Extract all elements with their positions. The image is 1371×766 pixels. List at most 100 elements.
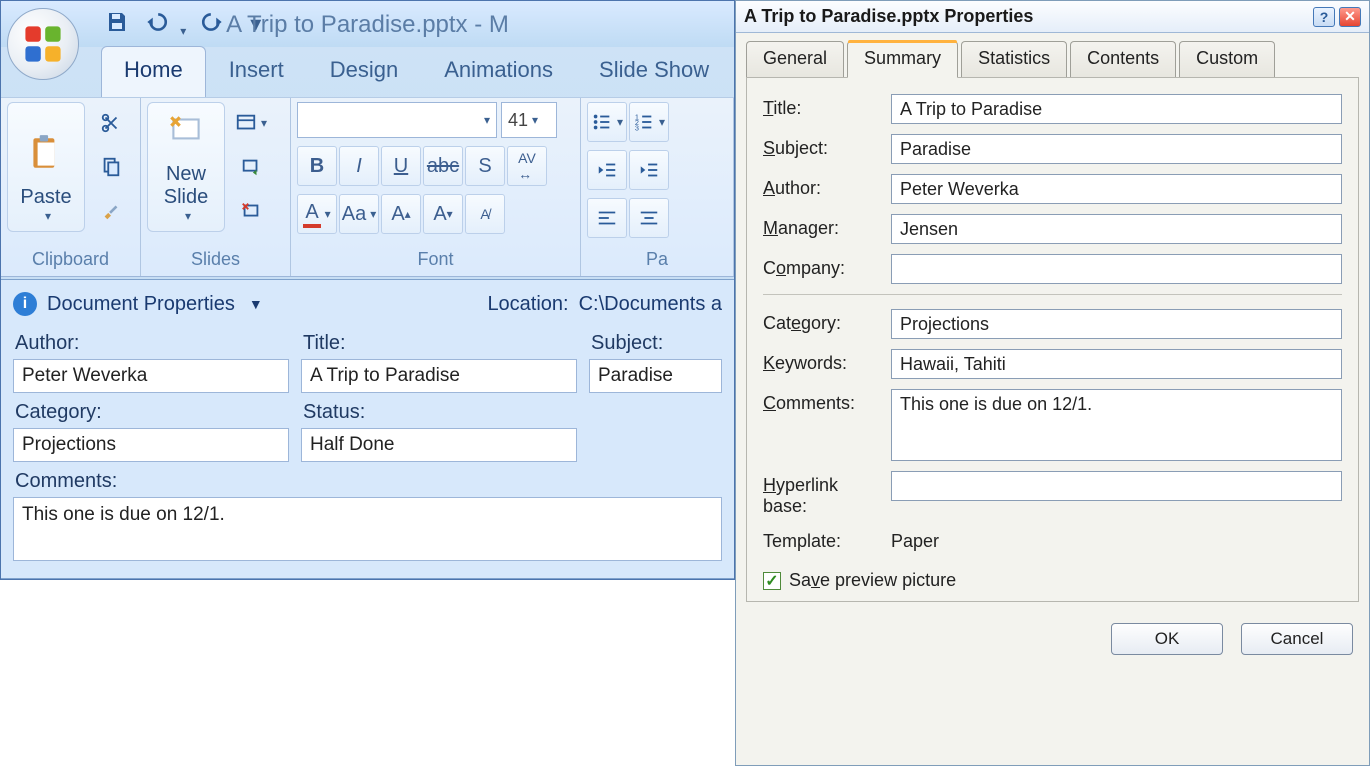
paste-icon: [25, 132, 67, 174]
category-field[interactable]: [13, 428, 289, 462]
dlg-company-field[interactable]: [891, 254, 1342, 284]
tab-statistics[interactable]: Statistics: [961, 41, 1067, 78]
shadow-button[interactable]: S: [465, 146, 505, 186]
dialog-buttons: OK Cancel: [736, 613, 1369, 669]
font-size-combo[interactable]: 41 ▾: [501, 102, 557, 138]
title-field[interactable]: [301, 359, 577, 393]
strike-button[interactable]: abc: [423, 146, 463, 186]
tab-home[interactable]: Home: [101, 46, 206, 97]
checkbox-icon: ✓: [763, 572, 781, 590]
location-label: Location:: [487, 293, 568, 316]
dlg-category-label: Category:: [763, 309, 875, 334]
reset-button[interactable]: [231, 147, 271, 187]
increase-font-button[interactable]: A▴: [381, 194, 421, 234]
tab-contents[interactable]: Contents: [1070, 41, 1176, 78]
office-logo-icon: [21, 22, 65, 66]
decrease-indent-button[interactable]: [587, 150, 627, 190]
increase-indent-button[interactable]: [629, 150, 669, 190]
tab-insert[interactable]: Insert: [206, 46, 307, 97]
title-bar: ▾ ▾ A Trip to Paradise.pptx - M: [1, 1, 734, 47]
properties-dialog: A Trip to Paradise.pptx Properties ? ✕ G…: [735, 0, 1370, 766]
tab-animations[interactable]: Animations: [421, 46, 576, 97]
chevron-down-icon: ▾: [532, 113, 538, 127]
tab-summary[interactable]: Summary: [847, 41, 958, 78]
ribbon-tabs: Home Insert Design Animations Slide Show: [101, 47, 732, 97]
copy-button[interactable]: [91, 147, 131, 187]
dlg-manager-label: Manager:: [763, 214, 875, 239]
tab-custom[interactable]: Custom: [1179, 41, 1275, 78]
dlg-category-field[interactable]: [891, 309, 1342, 339]
chevron-down-icon[interactable]: ▾: [180, 24, 186, 38]
dlg-keywords-label: Keywords:: [763, 349, 875, 374]
undo-icon[interactable]: ▾: [143, 9, 186, 39]
reset-icon: [240, 156, 262, 178]
office-button[interactable]: [7, 8, 79, 80]
bullets-button[interactable]: ▾: [587, 102, 627, 142]
align-left-button[interactable]: [587, 198, 627, 238]
dialog-title: A Trip to Paradise.pptx Properties: [744, 6, 1033, 27]
status-field[interactable]: [301, 428, 577, 462]
author-label: Author:: [13, 328, 289, 359]
change-case-button[interactable]: Aa▾: [339, 194, 379, 234]
tab-design[interactable]: Design: [307, 46, 421, 97]
chevron-down-icon[interactable]: ▾: [185, 209, 191, 223]
dlg-template-label: Template:: [763, 527, 875, 552]
document-properties-panel: i Document Properties ▼ Location: C:\Doc…: [1, 279, 734, 579]
scissors-icon: [100, 112, 122, 134]
help-button[interactable]: ?: [1313, 7, 1335, 27]
bold-button[interactable]: B: [297, 146, 337, 186]
chevron-down-icon[interactable]: ▾: [45, 209, 51, 223]
decrease-font-button[interactable]: A▾: [423, 194, 463, 234]
font-name-combo[interactable]: ▾: [297, 102, 497, 138]
dialog-tabs: General Summary Statistics Contents Cust…: [736, 33, 1369, 78]
dlg-keywords-field[interactable]: [891, 349, 1342, 379]
save-icon[interactable]: [105, 10, 129, 38]
tab-slide-show[interactable]: Slide Show: [576, 46, 732, 97]
format-painter-button[interactable]: [91, 191, 131, 231]
document-properties-title: Document Properties: [47, 293, 235, 316]
clear-formatting-button[interactable]: A̸: [465, 194, 505, 234]
underline-button[interactable]: U: [381, 146, 421, 186]
chevron-down-icon[interactable]: ▼: [249, 296, 263, 312]
save-preview-checkbox[interactable]: ✓ Save preview picture: [763, 570, 1342, 591]
align-center-icon: [638, 207, 660, 229]
dlg-comments-field[interactable]: [891, 389, 1342, 461]
dlg-author-label: Author:: [763, 174, 875, 199]
comments-field[interactable]: [13, 497, 722, 561]
redo-icon[interactable]: [200, 9, 226, 39]
author-field[interactable]: [13, 359, 289, 393]
group-clipboard: Paste ▾ Clipboard: [1, 98, 141, 276]
dlg-hyperlink-field[interactable]: [891, 471, 1342, 501]
delete-slide-button[interactable]: [231, 191, 271, 231]
indent-icon: [638, 159, 660, 181]
numbering-button[interactable]: 123▾: [629, 102, 669, 142]
chevron-down-icon: ▾: [325, 207, 331, 221]
group-label-paragraph: Pa: [587, 245, 727, 274]
italic-button[interactable]: I: [339, 146, 379, 186]
new-slide-icon: [165, 109, 207, 151]
dlg-manager-field[interactable]: [891, 214, 1342, 244]
new-slide-button[interactable]: New Slide ▾: [147, 102, 225, 232]
svg-text:3: 3: [635, 123, 639, 132]
ok-button[interactable]: OK: [1111, 623, 1223, 655]
dlg-title-field[interactable]: [891, 94, 1342, 124]
tab-general[interactable]: General: [746, 41, 844, 78]
font-size-value: 41: [508, 110, 528, 131]
subject-field[interactable]: [589, 359, 722, 393]
dlg-subject-field[interactable]: [891, 134, 1342, 164]
align-center-button[interactable]: [629, 198, 669, 238]
qat-customize-icon[interactable]: ▾: [250, 13, 261, 35]
dlg-author-field[interactable]: [891, 174, 1342, 204]
layout-button[interactable]: ▾: [231, 103, 271, 143]
status-label: Status:: [301, 397, 577, 428]
paste-button[interactable]: Paste ▾: [7, 102, 85, 232]
cut-button[interactable]: [91, 103, 131, 143]
comments-label: Comments:: [13, 466, 722, 497]
close-button[interactable]: ✕: [1339, 7, 1361, 27]
cancel-button[interactable]: Cancel: [1241, 623, 1353, 655]
font-color-button[interactable]: A▾: [297, 194, 337, 234]
dlg-subject-label: Subject:: [763, 134, 875, 159]
character-spacing-button[interactable]: AV↔: [507, 146, 547, 186]
group-paragraph: ▾ 123▾ Pa: [581, 98, 734, 276]
group-label-clipboard: Clipboard: [7, 245, 134, 274]
